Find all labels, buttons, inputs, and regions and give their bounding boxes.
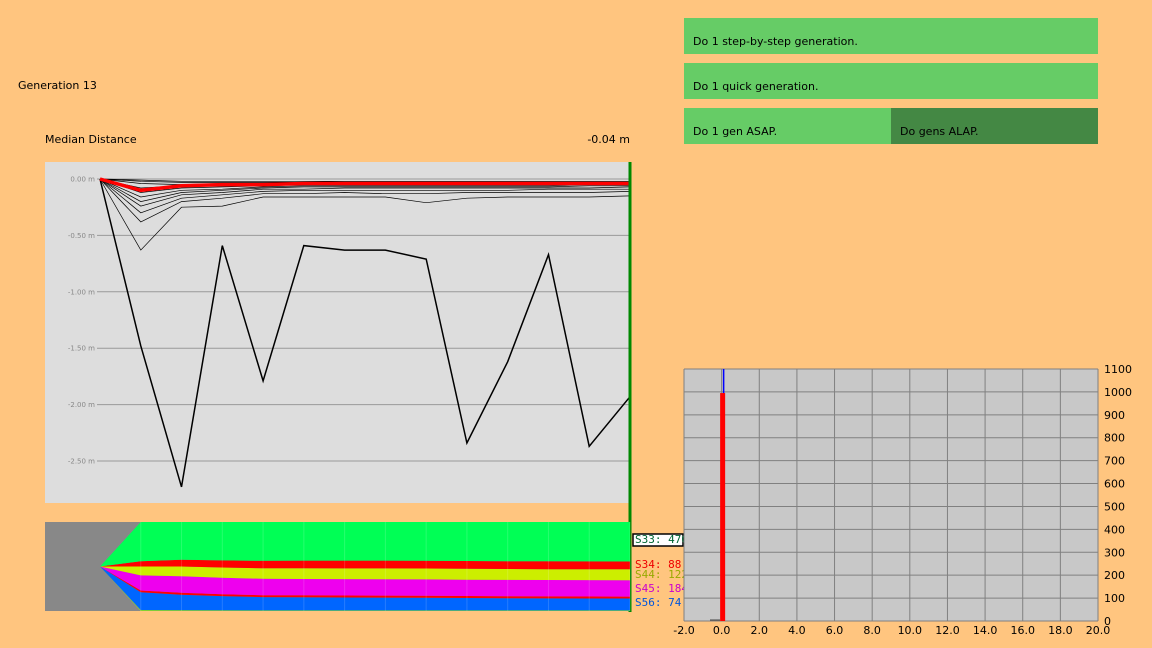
species-label: S33: 470: [635, 533, 688, 546]
x-tick-label: 12.0: [935, 624, 960, 637]
y-tick-label: 400: [1104, 523, 1125, 536]
y-tick-label: 600: [1104, 478, 1125, 491]
y-tick-label: 900: [1104, 409, 1125, 422]
y-tick-label: 800: [1104, 432, 1125, 445]
y-tick-label: 1100: [1104, 363, 1132, 376]
charts-canvas: 0.00 m -0.50 m -1.00 m -1.50 m -2.00 m -2.50 …: [45, 162, 1132, 637]
species-stack-chart: S33: 470S34: 88S44: 122S45: 184S56: 74: [45, 522, 688, 611]
x-tick-label: 16.0: [1010, 624, 1035, 637]
y-tick-label: -0.50 m: [68, 232, 95, 240]
species-label: S56: 74: [635, 596, 682, 609]
y-tick-label: 0.00 m: [70, 176, 95, 184]
y-tick-label: -1.00 m: [68, 288, 95, 296]
y-tick-label: 100: [1104, 592, 1125, 605]
y-tick-label: 200: [1104, 569, 1125, 582]
x-tick-label: 20.0: [1086, 624, 1111, 637]
x-tick-label: 8.0: [863, 624, 881, 637]
x-tick-label: 6.0: [826, 624, 844, 637]
x-tick-label: 18.0: [1048, 624, 1073, 637]
x-tick-label: -2.0: [673, 624, 694, 637]
x-tick-label: 10.0: [898, 624, 923, 637]
y-tick-label: -1.50 m: [68, 345, 95, 353]
histogram-bar: [720, 393, 726, 621]
y-tick-label: 700: [1104, 455, 1125, 468]
x-tick-label: 2.0: [751, 624, 769, 637]
y-tick-label: -2.00 m: [68, 401, 95, 409]
y-tick-label: 300: [1104, 546, 1125, 559]
y-tick-label: 500: [1104, 500, 1125, 513]
species-band: [100, 522, 630, 567]
species-label: S44: 122: [635, 568, 688, 581]
y-tick-label: 1000: [1104, 386, 1132, 399]
x-tick-label: 4.0: [788, 624, 806, 637]
histogram-background: [684, 369, 1098, 621]
histogram-chart: 010020030040050060070080090010001100-2.0…: [673, 363, 1132, 637]
x-tick-label: 14.0: [973, 624, 998, 637]
species-label: S45: 184: [635, 582, 688, 595]
x-tick-label: 0.0: [713, 624, 731, 637]
y-tick-label: -2.50 m: [68, 458, 95, 466]
